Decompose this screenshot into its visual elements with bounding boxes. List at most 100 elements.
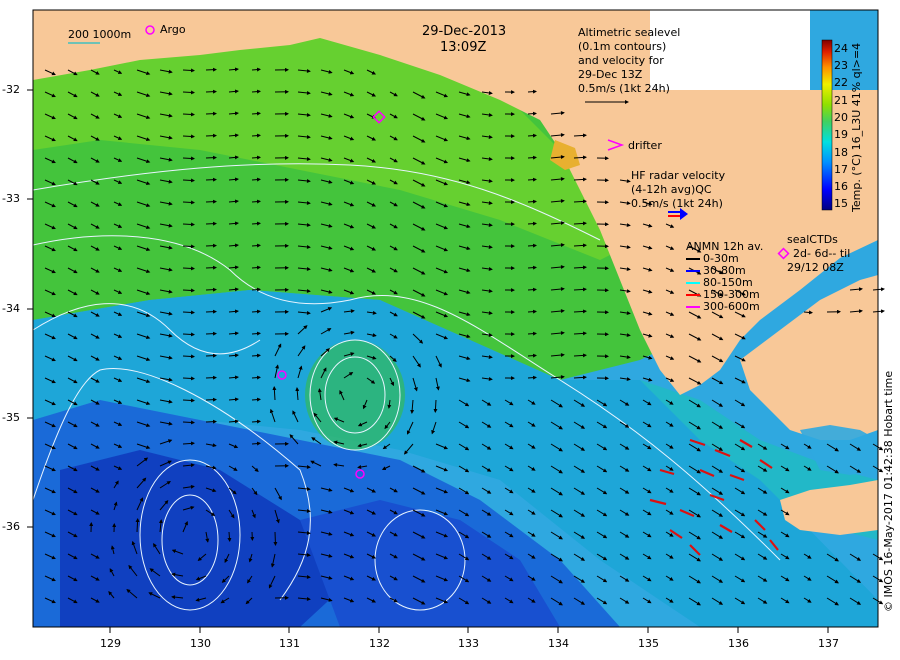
velocity-arrow (205, 221, 217, 226)
velocity-arrow (251, 133, 261, 138)
velocity-arrow (527, 353, 537, 358)
velocity-arrow (205, 375, 217, 380)
velocity-arrow (182, 288, 195, 293)
velocity-arrow (205, 111, 217, 116)
y-tick-label: -35 (2, 411, 20, 424)
velocity-arrow (182, 90, 195, 95)
colorbar-label: 17 (834, 163, 848, 176)
velocity-arrow (273, 531, 278, 546)
colorbar-label: 15 (834, 197, 848, 210)
velocity-arrow (182, 310, 195, 315)
velocity-arrow (182, 200, 195, 205)
velocity-arrow (227, 531, 232, 542)
altimetry-legend-2: and velocity for (578, 54, 664, 67)
map-time: 13:09Z (440, 40, 487, 55)
y-tick-label: -32 (2, 83, 20, 96)
credit-line: © IMOS 16-May-2017 01:42:38 Hobart time (882, 370, 895, 612)
x-tick-label: 134 (548, 637, 569, 650)
colorbar-label: 19 (834, 128, 848, 141)
colorbar-label: 24 (834, 42, 848, 55)
altimetry-legend-4: 0.5m/s (1kt 24h) (578, 82, 670, 95)
velocity-arrow (182, 376, 195, 381)
y-tick-label: -34 (2, 302, 20, 315)
velocity-arrow (182, 398, 195, 403)
sealctd-legend-0: sealCTDs (787, 233, 838, 246)
velocity-arrow (182, 244, 195, 249)
altimetry-legend-1: (0.1m contours) (578, 40, 667, 53)
velocity-arrow (251, 419, 261, 424)
x-tick-label: 137 (818, 637, 839, 650)
velocity-arrow (205, 133, 217, 138)
hf-legend-1: (4-12h avg)QC (631, 183, 712, 196)
sealctd-legend-2: 29/12 08Z (787, 261, 844, 274)
velocity-arrow (251, 221, 261, 226)
velocity-arrow (251, 331, 261, 336)
velocity-arrow (251, 199, 261, 204)
velocity-arrow (527, 89, 537, 94)
velocity-arrow (205, 243, 217, 248)
x-tick-label: 136 (728, 637, 749, 650)
velocity-arrow (527, 331, 537, 336)
velocity-arrow (527, 287, 537, 292)
velocity-arrow (251, 265, 261, 270)
y-tick-label: -36 (2, 520, 20, 533)
hf-legend-0: HF radar velocity (631, 169, 726, 182)
altimetry-legend-3: 29-Dec 13Z (578, 68, 643, 81)
colorbar-label: 22 (834, 76, 848, 89)
velocity-arrow (251, 111, 261, 116)
velocity-arrow (205, 419, 217, 424)
velocity-arrow (182, 222, 195, 227)
velocity-arrow (251, 89, 261, 94)
x-tick-label: 130 (190, 637, 211, 650)
velocity-arrow (251, 243, 261, 248)
velocity-arrow (251, 155, 261, 160)
velocity-arrow (205, 199, 217, 204)
depth-legend-label: 200 1000m (68, 28, 132, 41)
velocity-arrow (205, 177, 217, 182)
velocity-arrow (251, 353, 261, 358)
velocity-arrow (205, 67, 217, 72)
velocity-arrow (803, 310, 813, 315)
drifter-legend-label: drifter (628, 139, 662, 152)
velocity-arrow (205, 265, 217, 270)
colorbar-label: 21 (834, 94, 848, 107)
velocity-arrow (182, 266, 195, 271)
velocity-arrow (251, 375, 261, 380)
velocity-arrow (251, 287, 261, 292)
velocity-arrow (527, 309, 537, 314)
y-tick-label: -33 (2, 192, 20, 205)
x-tick-label: 131 (279, 637, 300, 650)
velocity-arrow (251, 67, 261, 72)
velocity-arrow (527, 221, 537, 226)
velocity-arrow (205, 287, 217, 292)
x-tick-label: 129 (100, 637, 121, 650)
colorbar-label: 18 (834, 146, 848, 159)
velocity-arrow (527, 265, 537, 270)
velocity-arrow (527, 243, 537, 248)
velocity-arrow (205, 353, 217, 358)
velocity-arrow (251, 177, 261, 182)
velocity-arrow (205, 155, 217, 160)
velocity-arrow (182, 68, 195, 73)
sst-map (27, 9, 885, 633)
velocity-arrow (205, 331, 217, 336)
velocity-arrow (527, 133, 537, 138)
velocity-arrow (182, 332, 195, 337)
x-tick-label: 135 (638, 637, 659, 650)
hf-legend-2: 0.5m/s (1kt 24h) (631, 197, 723, 210)
velocity-arrow (527, 155, 537, 160)
velocity-arrow (182, 354, 195, 359)
anmn-legend-item-4: 300-600m (703, 300, 760, 313)
velocity-arrow (433, 399, 438, 413)
colorbar-label: 20 (834, 111, 848, 124)
colorbar-label: 16 (834, 180, 848, 193)
altimetry-legend-0: Altimetric sealevel (578, 26, 681, 39)
velocity-arrow (205, 309, 217, 314)
velocity-arrow (182, 420, 195, 425)
velocity-arrow (251, 309, 261, 314)
colorbar-label: 23 (834, 59, 848, 72)
velocity-arrow (182, 178, 195, 183)
velocity-arrow (182, 134, 195, 139)
velocity-arrow (527, 375, 537, 380)
velocity-arrow (527, 199, 537, 204)
